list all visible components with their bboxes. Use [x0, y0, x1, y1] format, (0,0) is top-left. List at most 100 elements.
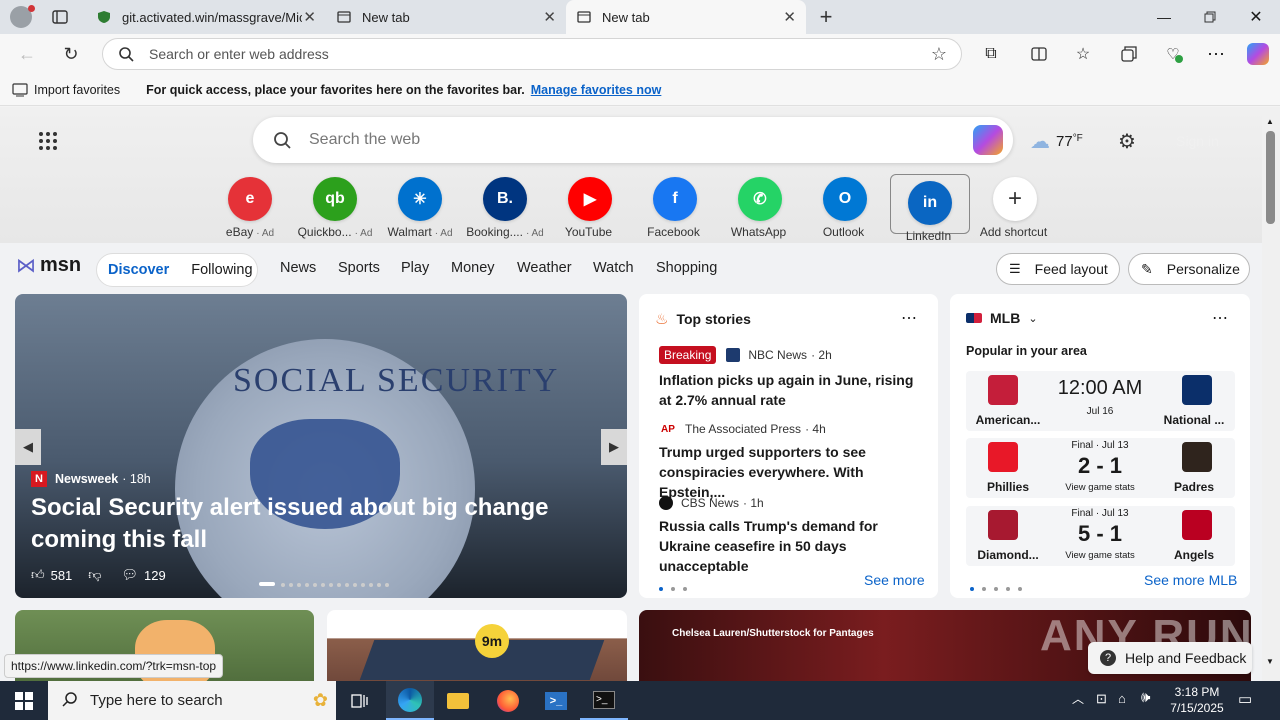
carousel-next-button[interactable]: ▶	[601, 429, 627, 465]
powershell-icon[interactable]: >_	[532, 681, 580, 720]
tab-discover[interactable]: Discover	[108, 262, 169, 278]
nav-weather[interactable]: Weather	[517, 260, 572, 276]
close-tab-icon[interactable]: ✕	[543, 8, 556, 26]
terminal-icon[interactable]: >_	[580, 681, 628, 720]
mlb-header[interactable]: MLB ⌄	[966, 310, 1038, 326]
close-tab-icon[interactable]: ✕	[303, 8, 316, 26]
volume-icon[interactable]: 🕪︎	[1141, 689, 1150, 706]
thumbs-down-icon[interactable]: 👎︎	[88, 567, 101, 583]
shortcut-1[interactable]: qb Quickbo... · Ad	[295, 177, 375, 239]
carousel-dot[interactable]	[289, 582, 293, 587]
nav-sports[interactable]: Sports	[338, 260, 380, 276]
minimize-button[interactable]: —	[1150, 6, 1178, 28]
carousel-dot[interactable]	[345, 582, 349, 587]
shortcut-5[interactable]: f Facebook	[635, 177, 715, 239]
close-tab-icon[interactable]: ✕	[783, 8, 796, 26]
shortcut-2[interactable]: ✳ Walmart · Ad	[380, 177, 460, 239]
scroll-down-icon[interactable]: ▼	[1266, 657, 1274, 666]
mlb-game-row[interactable]: Diamond... Angels Final · Jul 13 5 - 1 View …	[966, 506, 1235, 566]
edge-icon[interactable]	[386, 681, 434, 720]
task-view-icon[interactable]	[336, 681, 384, 720]
story-item[interactable]: Breaking NBC News · 2h Inflation picks up a…	[659, 346, 924, 410]
story-card-solar[interactable]: 9m	[327, 610, 627, 681]
carousel-dot[interactable]	[313, 582, 317, 587]
shortcut-6[interactable]: ✆ WhatsApp	[720, 177, 800, 239]
mlb-game-row[interactable]: Phillies Padres Final · Jul 13 2 - 1 View ga…	[966, 438, 1235, 498]
tab-actions-icon[interactable]	[50, 8, 70, 26]
feed-layout-button[interactable]: ☰ Feed layout	[996, 253, 1120, 285]
help-feedback-button[interactable]: ? Help and Feedback	[1088, 642, 1252, 674]
msn-logo[interactable]: ⋈ msn	[16, 253, 81, 278]
manage-favorites-link[interactable]: Manage favorites now	[531, 83, 662, 97]
shortcut-8[interactable]: in LinkedIn	[890, 174, 970, 243]
scroll-thumb[interactable]	[1266, 131, 1275, 224]
import-favorites-button[interactable]: Import favorites	[34, 83, 120, 97]
shortcut-0[interactable]: e eBay · Ad	[210, 177, 290, 239]
tab-new-1[interactable]: New tab ✕	[326, 0, 566, 34]
personalize-button[interactable]: ✎ Personalize	[1128, 253, 1250, 285]
sign-in-button[interactable]: Sign in	[1176, 133, 1219, 149]
address-bar[interactable]: Search or enter web address ☆	[102, 38, 962, 70]
page-settings-gear-icon[interactable]: ⚙	[1116, 130, 1138, 153]
wifi-icon[interactable]: ⌂	[1118, 691, 1126, 706]
favorite-star-icon[interactable]: ☆	[931, 44, 947, 65]
see-more-mlb-link[interactable]: See more MLB	[1144, 572, 1237, 588]
collections-icon[interactable]	[1118, 43, 1140, 65]
mlb-game-row[interactable]: American... National ... 12:00 AM Jul 16	[966, 371, 1235, 431]
settings-more-icon[interactable]: ⋯	[1205, 43, 1227, 65]
game-stats-link[interactable]: View game stats	[1050, 482, 1150, 493]
story-headline[interactable]: Trump urged supporters to see conspiraci…	[659, 442, 924, 502]
carousel-dot[interactable]	[281, 582, 285, 587]
copilot-icon[interactable]	[1247, 43, 1269, 65]
clock[interactable]: 3:18 PM 7/15/2025	[1166, 684, 1228, 716]
app-launcher-icon[interactable]	[38, 131, 58, 151]
restore-button[interactable]	[1196, 6, 1224, 28]
carousel-dot[interactable]	[321, 582, 325, 587]
network-icon[interactable]: ⊡	[1096, 691, 1107, 707]
more-options-icon[interactable]: ⋯	[1212, 308, 1228, 328]
favorites-icon[interactable]: ☆	[1072, 43, 1094, 65]
nav-shopping[interactable]: Shopping	[656, 260, 717, 276]
shortcut-9[interactable]: + Add shortcut	[975, 177, 1055, 239]
extensions-icon[interactable]: ⧉	[980, 43, 1002, 65]
game-stats-link[interactable]: View game stats	[1050, 550, 1150, 561]
carousel-prev-button[interactable]: ◀	[15, 429, 41, 465]
close-window-button[interactable]: ✕	[1242, 6, 1270, 28]
copilot-icon[interactable]	[973, 125, 1003, 155]
scroll-up-icon[interactable]: ▲	[1266, 117, 1274, 126]
nav-play[interactable]: Play	[401, 260, 429, 276]
back-icon[interactable]: ←	[16, 44, 38, 64]
web-search-box[interactable]: Search the web	[253, 117, 1013, 163]
tray-chevron-icon[interactable]: ︿	[1072, 690, 1084, 707]
carousel-dot[interactable]	[329, 582, 333, 587]
story-headline[interactable]: Russia calls Trump's demand for Ukraine …	[659, 516, 924, 576]
comment-icon[interactable]: 💬︎	[122, 567, 139, 583]
weather-widget[interactable]: ☁ 77 °F	[1030, 129, 1083, 154]
nav-news[interactable]: News	[280, 260, 316, 276]
carousel-dot[interactable]	[369, 582, 373, 587]
story-item[interactable]: AP The Associated Press · 4h Trump urged su…	[659, 422, 924, 502]
more-options-icon[interactable]: ⋯	[901, 308, 917, 328]
new-tab-button[interactable]: +	[814, 4, 838, 29]
story-headline[interactable]: Inflation picks up again in June, rising…	[659, 370, 924, 410]
shortcut-4[interactable]: ▶ YouTube	[550, 177, 630, 239]
windows-start-icon[interactable]	[0, 681, 48, 720]
thumbs-up-icon[interactable]: 👍︎	[31, 567, 45, 583]
carousel-dot[interactable]	[297, 582, 301, 587]
carousel-dot[interactable]	[377, 582, 381, 587]
nav-money[interactable]: Money	[451, 260, 495, 276]
tab-following[interactable]: Following	[191, 262, 252, 278]
hero-headline[interactable]: Social Security alert issued about big c…	[31, 492, 616, 556]
notification-center-icon[interactable]: ▭	[1238, 690, 1252, 708]
carousel-dot[interactable]	[361, 582, 365, 587]
shortcut-3[interactable]: B. Booking.... · Ad	[465, 177, 545, 239]
carousel-dot[interactable]	[385, 582, 389, 587]
carousel-dot[interactable]	[337, 582, 341, 587]
hero-story-card[interactable]: SOCIAL SECURITY ◀ ▶ N Newsweek · 18h Soc…	[15, 294, 627, 598]
tab-new-2[interactable]: New tab ✕	[566, 0, 806, 34]
nav-watch[interactable]: Watch	[593, 260, 634, 276]
split-screen-icon[interactable]	[1028, 43, 1050, 65]
taskbar-search-box[interactable]: Type here to search ✿	[48, 681, 336, 720]
vertical-scrollbar[interactable]: ▲ ▼	[1262, 107, 1280, 681]
carousel-dot[interactable]	[353, 582, 357, 587]
